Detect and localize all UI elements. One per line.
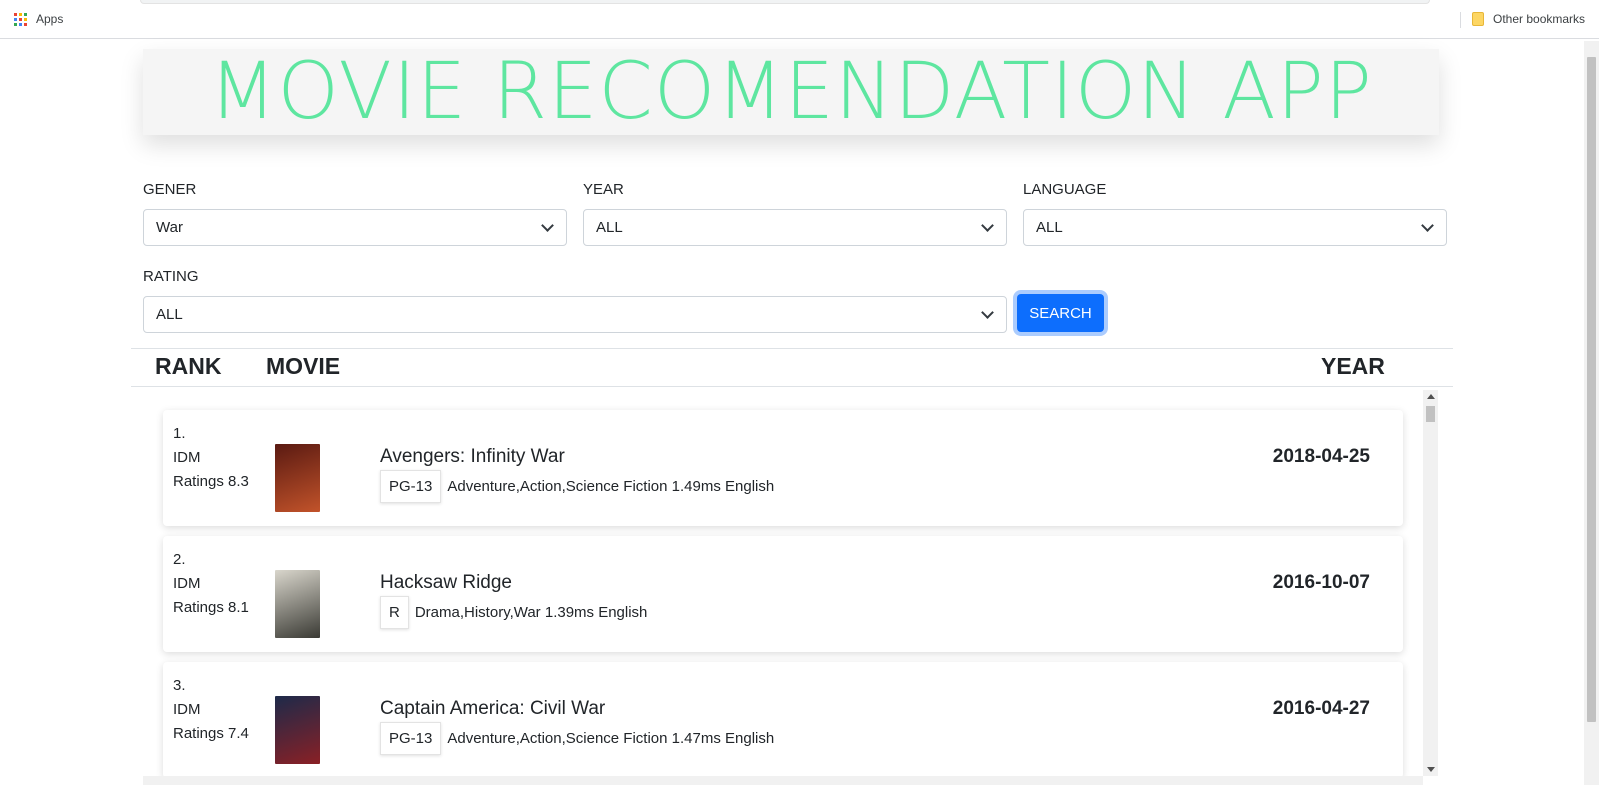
apps-shortcut[interactable]: Apps	[14, 12, 63, 26]
scroll-down-arrow-icon[interactable]	[1427, 767, 1435, 772]
language-select[interactable]: ALL	[1023, 209, 1447, 246]
year-label: YEAR	[583, 181, 624, 198]
page-scrollbar-thumb[interactable]	[1587, 57, 1596, 722]
movie-meta: PG-13 Adventure,Action,Science Fiction 1…	[380, 470, 774, 503]
rating-value: Ratings 7.4	[173, 725, 249, 742]
app-title: MOVIE RECOMENDATION APP	[209, 47, 1373, 137]
rank-column-header: RANK	[155, 353, 222, 379]
movie-details: Adventure,Action,Science Fiction 1.49ms …	[447, 478, 775, 495]
certification-badge: PG-13	[380, 722, 442, 755]
release-date: 2018-04-25	[1272, 446, 1370, 467]
scrollbar-thumb[interactable]	[1426, 406, 1435, 422]
other-bookmarks[interactable]: Other bookmarks	[1472, 12, 1585, 26]
movie-title[interactable]: Avengers: Infinity War	[380, 446, 565, 468]
movie-card[interactable]: 1. IDM Ratings 8.3 Avengers: Infinity Wa…	[163, 410, 1403, 526]
bookmarks-separator	[1460, 12, 1461, 28]
rating-label: RATING	[143, 268, 199, 285]
chevron-down-icon	[541, 219, 554, 232]
certification-badge: PG-13	[380, 470, 442, 503]
genre-select[interactable]: War	[143, 209, 567, 246]
movie-details: Drama,History,War 1.39ms English	[414, 604, 648, 621]
rank-block: 2. IDM Ratings 8.1	[173, 548, 249, 620]
folder-icon	[1472, 12, 1484, 26]
results-list[interactable]: 1. IDM Ratings 8.3 Avengers: Infinity Wa…	[147, 389, 1439, 785]
app-header: MOVIE RECOMENDATION APP	[143, 47, 1439, 137]
scroll-up-arrow-icon[interactable]	[1427, 394, 1435, 399]
year-select-value: ALL	[596, 219, 623, 236]
rating-source: IDM	[173, 701, 201, 718]
movie-title[interactable]: Hacksaw Ridge	[380, 572, 512, 594]
rating-value: Ratings 8.1	[173, 599, 249, 616]
movie-card[interactable]: 3. IDM Ratings 7.4 Captain America: Civi…	[163, 662, 1403, 778]
year-select[interactable]: ALL	[583, 209, 1007, 246]
genre-select-value: War	[156, 219, 183, 236]
rank-block: 3. IDM Ratings 7.4	[173, 674, 249, 746]
movie-details: Adventure,Action,Science Fiction 1.47ms …	[447, 730, 775, 747]
apps-grid-icon	[14, 12, 27, 26]
language-select-value: ALL	[1036, 219, 1063, 236]
results-horizontal-scrollbar[interactable]	[143, 776, 1423, 785]
release-date: 2016-10-07	[1272, 572, 1370, 593]
search-button[interactable]: SEARCH	[1017, 294, 1104, 332]
movie-meta: PG-13 Adventure,Action,Science Fiction 1…	[380, 722, 774, 755]
rating-source: IDM	[173, 449, 201, 466]
chevron-down-icon	[1421, 219, 1434, 232]
certification-badge: R	[380, 596, 409, 629]
results-scrollbar[interactable]	[1423, 390, 1438, 776]
genre-label: GENER	[143, 181, 197, 198]
movie-poster[interactable]	[275, 444, 320, 512]
page-scrollbar[interactable]	[1584, 41, 1599, 785]
rating-select[interactable]: ALL	[143, 296, 1007, 333]
movie-title[interactable]: Captain America: Civil War	[380, 698, 605, 720]
movie-column-header: MOVIE	[266, 353, 341, 379]
language-label: LANGUAGE	[1023, 181, 1107, 198]
rating-value: Ratings 8.3	[173, 473, 249, 490]
movie-meta: R Drama,History,War 1.39ms English	[380, 596, 647, 629]
bookmarks-bar: Apps Other bookmarks	[0, 0, 1599, 39]
rating-source: IDM	[173, 575, 201, 592]
other-bookmarks-label: Other bookmarks	[1493, 12, 1586, 26]
rank-number: 3.	[173, 677, 186, 694]
movie-poster[interactable]	[275, 696, 320, 764]
rank-number: 1.	[173, 425, 186, 442]
rank-number: 2.	[173, 551, 186, 568]
results-table-header: RANK MOVIE YEAR	[131, 348, 1453, 387]
rank-block: 1. IDM Ratings 8.3	[173, 422, 249, 494]
rating-select-value: ALL	[156, 306, 183, 323]
address-bar-edge[interactable]	[140, 0, 1430, 4]
movie-card[interactable]: 2. IDM Ratings 8.1 Hacksaw Ridge R Drama…	[163, 536, 1403, 652]
chevron-down-icon	[981, 219, 994, 232]
year-column-header: YEAR	[1321, 353, 1385, 379]
release-date: 2016-04-27	[1272, 698, 1370, 719]
chevron-down-icon	[981, 306, 994, 319]
movie-poster[interactable]	[275, 570, 320, 638]
apps-label: Apps	[36, 12, 64, 26]
